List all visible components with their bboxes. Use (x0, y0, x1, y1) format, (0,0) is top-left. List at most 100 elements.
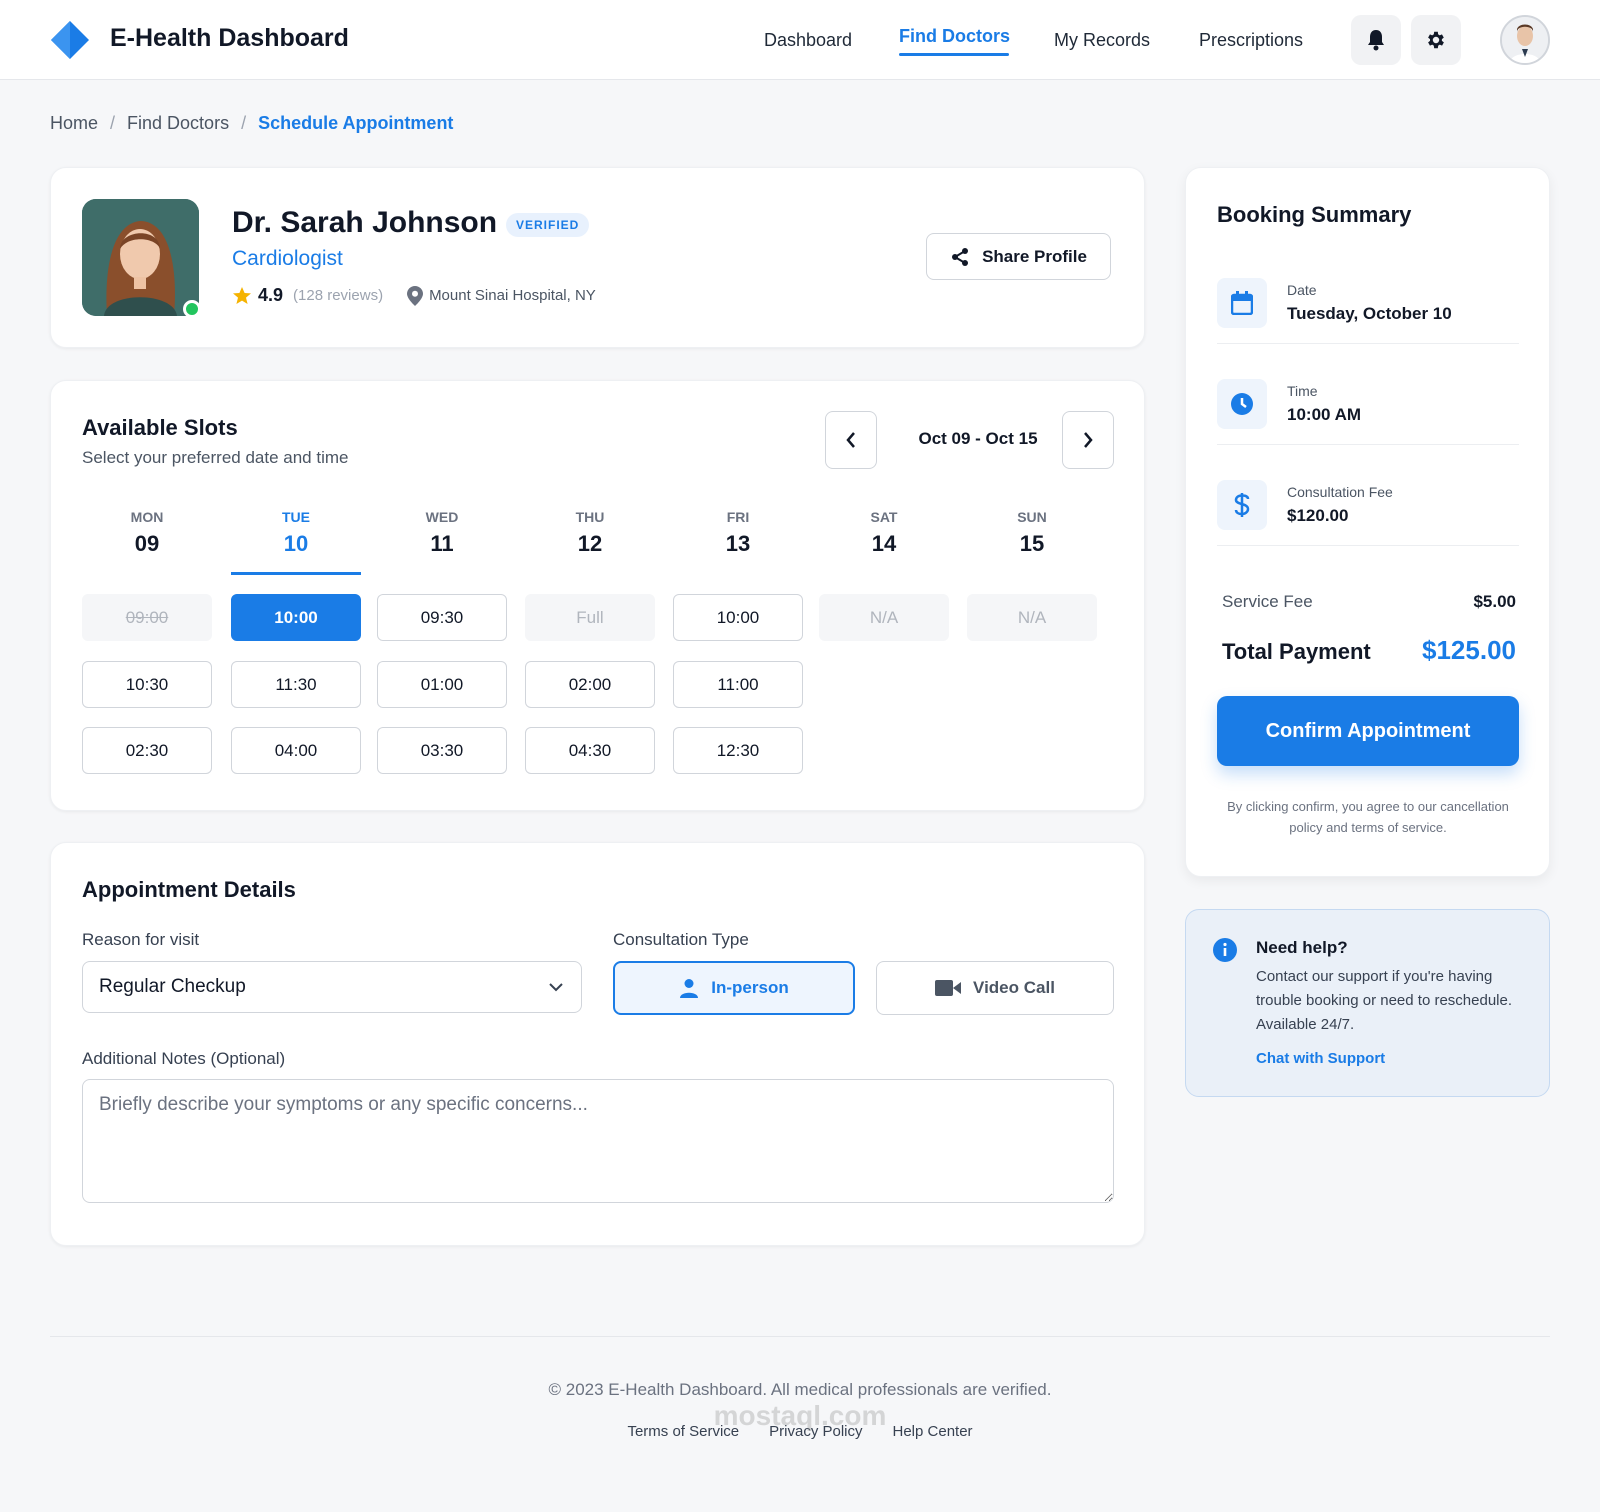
clock-icon (1231, 393, 1253, 415)
summary-time-value: 10:00 AM (1287, 405, 1362, 424)
doctor-profile-card: Dr. Sarah Johnson VERIFIED Cardiologist … (50, 167, 1145, 348)
breadcrumb-current: Schedule Appointment (258, 113, 454, 133)
day-number: 15 (1019, 531, 1045, 556)
time-slot[interactable]: 09:30 (377, 594, 507, 641)
person-icon (680, 979, 699, 998)
booking-disclaimer: By clicking confirm, you agree to our ca… (1227, 799, 1509, 835)
slots-title: Available Slots (82, 415, 238, 440)
brand-name[interactable]: E-Health Dashboard (110, 24, 349, 53)
location-pin-icon (407, 285, 424, 306)
available-slots-card: Available Slots Select your preferred da… (50, 380, 1145, 811)
breadcrumb-separator: / (241, 113, 247, 133)
share-icon (952, 247, 969, 266)
time-slot[interactable]: 11:30 (231, 661, 361, 708)
reason-select[interactable]: Regular Checkup (82, 961, 582, 1013)
breadcrumb-separator: / (110, 113, 116, 133)
share-profile-button[interactable]: Share Profile (926, 233, 1111, 280)
settings-button[interactable] (1411, 15, 1461, 65)
notifications-button[interactable] (1351, 15, 1401, 65)
in-person-option[interactable]: In-person (613, 961, 855, 1015)
summary-time-row: Time 10:00 AM (1217, 379, 1519, 445)
previous-week-button[interactable] (825, 411, 877, 469)
breadcrumb-find-doctors[interactable]: Find Doctors (127, 113, 229, 134)
user-avatar[interactable] (1500, 15, 1550, 65)
doctor-photo (82, 199, 199, 316)
day-column-sat[interactable]: SAT 14 (819, 509, 949, 557)
next-week-button[interactable] (1062, 411, 1114, 469)
doctor-location: Mount Sinai Hospital, NY (429, 287, 596, 304)
doctor-rating: 4.9 (258, 285, 284, 305)
day-name: SAT (870, 509, 898, 525)
in-person-label: In-person (711, 978, 789, 997)
day-name: FRI (726, 509, 750, 525)
day-column-sun[interactable]: SUN 15 (967, 509, 1097, 557)
day-column-mon[interactable]: MON 09 (82, 509, 212, 557)
week-range: Oct 09 - Oct 15 (918, 429, 1038, 448)
breadcrumb-home[interactable]: Home (50, 113, 98, 134)
notes-textarea[interactable] (82, 1079, 1114, 1203)
time-slot[interactable]: 10:00 (673, 594, 803, 641)
calendar-icon (1231, 291, 1253, 315)
nav-find-doctors[interactable]: Find Doctors (899, 26, 1010, 47)
day-name: MON (130, 509, 164, 525)
summary-fee-icon-box (1217, 480, 1267, 530)
day-name: WED (425, 509, 459, 525)
chat-with-support-link[interactable]: Chat with Support (1256, 1050, 1385, 1067)
footer-help-center-link[interactable]: Help Center (893, 1423, 973, 1440)
day-column-wed[interactable]: WED 11 (377, 509, 507, 557)
nav-dashboard[interactable]: Dashboard (764, 30, 852, 51)
info-icon (1213, 938, 1237, 962)
day-column-thu[interactable]: THU 12 (525, 509, 655, 557)
time-slot[interactable]: 02:30 (82, 727, 212, 774)
doctor-portrait-icon (82, 199, 199, 316)
breadcrumb: Home / Find Doctors / Schedule Appointme… (50, 113, 453, 134)
diamond-logo-icon[interactable] (50, 20, 90, 60)
video-call-option[interactable]: Video Call (876, 961, 1114, 1015)
slots-subtitle: Select your preferred date and time (82, 448, 349, 467)
review-count[interactable]: (128 reviews) (293, 287, 383, 304)
notes-label: Additional Notes (Optional) (82, 1049, 286, 1068)
time-slot[interactable]: 10:30 (82, 661, 212, 708)
nav-active-underline (899, 53, 1009, 56)
day-name: THU (575, 509, 605, 525)
appointment-details-card: Appointment Details Reason for visit Reg… (50, 842, 1145, 1246)
summary-date-value: Tuesday, October 10 (1287, 304, 1452, 323)
day-name: SUN (1017, 509, 1047, 525)
help-text: Contact our support if you're having tro… (1256, 968, 1513, 1033)
active-day-underline (231, 572, 361, 575)
summary-date-label: Date (1287, 282, 1317, 298)
footer-copyright: © 2023 E-Health Dashboard. All medical p… (548, 1380, 1052, 1399)
time-slot[interactable]: 10:00 (231, 594, 361, 641)
doctor-specialty: Cardiologist (232, 247, 343, 270)
time-slot[interactable]: 12:30 (673, 727, 803, 774)
time-slot[interactable]: 11:00 (673, 661, 803, 708)
summary-fee-row: Consultation Fee $120.00 (1217, 480, 1519, 546)
nav-prescriptions[interactable]: Prescriptions (1199, 30, 1303, 51)
time-slot: 09:00 (82, 594, 212, 641)
time-slot: N/A (967, 594, 1097, 641)
day-column-fri[interactable]: FRI 13 (673, 509, 803, 557)
video-call-label: Video Call (973, 978, 1055, 997)
service-fee-label: Service Fee (1222, 592, 1313, 611)
chevron-right-icon (1084, 432, 1093, 448)
total-payment-value: $125.00 (1422, 635, 1516, 665)
watermark: mostaql.com (713, 1400, 887, 1431)
service-fee-value: $5.00 (1473, 592, 1516, 611)
time-slot[interactable]: 03:30 (377, 727, 507, 774)
day-column-tue[interactable]: TUE 10 (231, 509, 361, 557)
star-icon (233, 286, 251, 304)
summary-consultation-fee-label: Consultation Fee (1287, 484, 1393, 500)
time-slot[interactable]: 01:00 (377, 661, 507, 708)
online-status-dot (183, 300, 201, 318)
video-camera-icon (935, 980, 962, 996)
nav-my-records[interactable]: My Records (1054, 30, 1150, 51)
footer-divider (50, 1336, 1550, 1337)
day-number: 10 (283, 531, 309, 556)
confirm-appointment-button[interactable]: Confirm Appointment (1217, 696, 1519, 766)
time-slot[interactable]: 02:00 (525, 661, 655, 708)
help-card: Need help? Contact our support if you're… (1185, 909, 1550, 1097)
time-slot[interactable]: 04:00 (231, 727, 361, 774)
day-number: 11 (430, 531, 454, 556)
time-slot: Full (525, 594, 655, 641)
time-slot[interactable]: 04:30 (525, 727, 655, 774)
